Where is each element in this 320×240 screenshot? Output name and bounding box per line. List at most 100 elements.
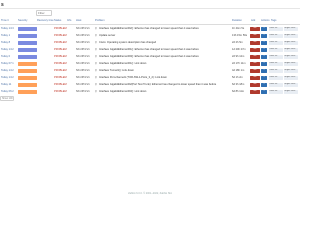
tag-badge[interactable]: target: cisco xyxy=(284,90,298,94)
column-tags: Tags xyxy=(271,19,277,22)
table-row: Today 14:2 PROBLEM NX-OP4-V1 ⚲ Interface Tun… xyxy=(0,68,300,74)
footer: Zabbix 6.0.0. © 2001–2022, Zabbix SIA xyxy=(128,192,172,195)
tag-badge[interactable]: class: os xyxy=(269,62,283,66)
host-link[interactable]: NX-OP4-V1 xyxy=(76,69,90,72)
problem-info-icon: ⚲ xyxy=(95,27,97,30)
page-size-text: Show 100 xyxy=(2,97,13,100)
tag-badge[interactable]: class: os xyxy=(269,41,283,45)
duration-value: 4d 18h 1m xyxy=(232,69,245,72)
tag-badge[interactable]: class: os xyxy=(269,83,283,87)
host-link[interactable]: NX-OP4-V1 xyxy=(76,48,90,51)
tag-badge[interactable]: target: cisco xyxy=(284,48,298,52)
ack-button[interactable]: No xyxy=(250,48,260,52)
severity-badge xyxy=(18,75,37,80)
row-time[interactable]: Today 14:2 xyxy=(1,69,14,72)
problem-info-icon: ⚲ xyxy=(95,83,97,86)
problem-link[interactable]: Interface GigabitEthernet0/0(): Ethernet… xyxy=(99,55,199,58)
problem-link[interactable]: Interface GigabitEthernet0/1(): Link dow… xyxy=(99,62,146,65)
duration-value: 1h 44m 5s xyxy=(232,27,245,30)
tag-badge[interactable]: target: cisco xyxy=(284,27,298,31)
tag-badge[interactable]: target: cisco xyxy=(284,34,298,38)
host-link[interactable]: NX-OP4-V1 xyxy=(76,27,90,30)
ack-button[interactable]: No xyxy=(250,69,260,73)
tag-badge[interactable]: target: cisco xyxy=(284,41,298,45)
actions-button[interactable]: 1 xyxy=(261,34,267,38)
row-time[interactable]: Today 0 xyxy=(1,55,10,58)
tag-badge[interactable]: class: os xyxy=(269,34,283,38)
actions-button[interactable]: 1 xyxy=(261,55,267,59)
host-link[interactable]: NX-OP4-V1 xyxy=(76,41,90,44)
actions-button[interactable]: 1 xyxy=(261,83,267,87)
severity-badge xyxy=(18,40,37,45)
severity-badge xyxy=(18,82,37,87)
actions-button[interactable]: 1 xyxy=(261,27,267,31)
tag-badge[interactable]: class: os xyxy=(269,27,283,31)
problem-info-icon: ⚲ xyxy=(95,76,97,79)
row-time[interactable]: Today 07:1 xyxy=(1,62,14,65)
ack-button[interactable]: No xyxy=(250,34,260,38)
host-link[interactable]: NX-OP4-V1 xyxy=(76,62,90,65)
row-time[interactable]: Today 06:2 xyxy=(1,90,14,93)
host-link[interactable]: NX-OP4-V1 xyxy=(76,76,90,79)
tag-badge[interactable]: class: os xyxy=(269,55,283,59)
actions-button[interactable]: 1 xyxy=(261,62,267,66)
actions-button[interactable]: 1 xyxy=(261,69,267,73)
status-label: PROBLEM xyxy=(54,41,67,44)
host-link[interactable]: NX-OP4-V1 xyxy=(76,55,90,58)
row-time[interactable]: Today 14:2 xyxy=(1,48,14,51)
page-size-select[interactable]: Show 100 xyxy=(0,96,14,101)
severity-badge xyxy=(18,68,37,73)
duration-value: 2d 17h 11m xyxy=(232,62,246,65)
tag-badge[interactable]: class: os xyxy=(269,76,283,80)
column-host[interactable]: Host xyxy=(76,19,81,22)
row-time[interactable]: Today 11 xyxy=(1,83,11,86)
problem-link[interactable]: Interface Port-channel1 (TOR-SW-1-Ports_… xyxy=(99,76,167,79)
problem-link[interactable]: Interface GigabitEthernet0/1(): Ethernet… xyxy=(99,48,199,51)
status-label: PROBLEM xyxy=(54,83,67,86)
status-label: PROBLEM xyxy=(54,76,67,79)
host-link[interactable]: NX-OP4-V1 xyxy=(76,83,90,86)
tag-badge[interactable]: class: os xyxy=(269,69,283,73)
problem-link[interactable]: Interface Tunnel1(): Link down xyxy=(99,69,134,72)
row-time[interactable]: Today 1 xyxy=(1,34,10,37)
tag-badge[interactable]: class: os xyxy=(269,48,283,52)
host-link[interactable]: NX-OP4-V1 xyxy=(76,90,90,93)
tag-badge[interactable]: target: cisco xyxy=(284,69,298,73)
host-link[interactable]: NX-OP4-V1 xyxy=(76,34,90,37)
actions-button[interactable]: 1 xyxy=(261,48,267,52)
row-time[interactable]: Today 14:2 xyxy=(1,76,14,79)
problem-info-icon: ⚲ xyxy=(95,55,97,58)
tag-badge[interactable]: target: cisco xyxy=(284,83,298,87)
actions-button[interactable]: 1 xyxy=(261,90,267,94)
ack-button[interactable]: No xyxy=(250,62,260,66)
column-time[interactable]: Time ▾ xyxy=(1,19,9,22)
duration-value: 6d 3h 18m xyxy=(232,83,245,86)
problem-link[interactable]: Interface GigabitEthernet0/2(Port Test T… xyxy=(99,83,216,86)
problem-link[interactable]: Interface GigabitEthernet0/2(): Ethernet… xyxy=(99,27,199,30)
ack-button[interactable]: No xyxy=(250,55,260,59)
tag-badge[interactable]: target: cisco xyxy=(284,76,298,80)
ack-button[interactable]: No xyxy=(250,41,260,45)
problem-link[interactable]: Update server xyxy=(99,34,115,37)
problem-info-icon: ⚲ xyxy=(95,41,97,44)
ack-button[interactable]: No xyxy=(250,83,260,87)
ack-button[interactable]: No xyxy=(250,27,260,31)
filter-input-text: Filter xyxy=(38,11,45,15)
filter-input[interactable]: Filter xyxy=(36,10,52,16)
status-label: PROBLEM xyxy=(54,27,67,30)
tag-badge[interactable]: class: os xyxy=(269,90,283,94)
column-problem[interactable]: Problem xyxy=(95,19,105,22)
problem-link[interactable]: Interface GigabitEthernet0/3(): Link dow… xyxy=(99,90,146,93)
ack-button[interactable]: No xyxy=(250,90,260,94)
ack-button[interactable]: No xyxy=(250,76,260,80)
tag-badge[interactable]: target: cisco xyxy=(284,55,298,59)
actions-button[interactable]: 1 xyxy=(261,41,267,45)
tag-badge[interactable]: target: cisco xyxy=(284,62,298,66)
column-severity[interactable]: Severity xyxy=(18,19,27,22)
row-time[interactable]: Today 8 xyxy=(1,41,10,44)
actions-button[interactable]: 1 xyxy=(261,76,267,80)
problem-link[interactable]: Cisco: Operating system description has … xyxy=(99,41,156,44)
problem-info-icon: ⚲ xyxy=(95,48,97,51)
row-time[interactable]: Today 14:3 xyxy=(1,27,14,30)
header-divider xyxy=(0,8,300,9)
